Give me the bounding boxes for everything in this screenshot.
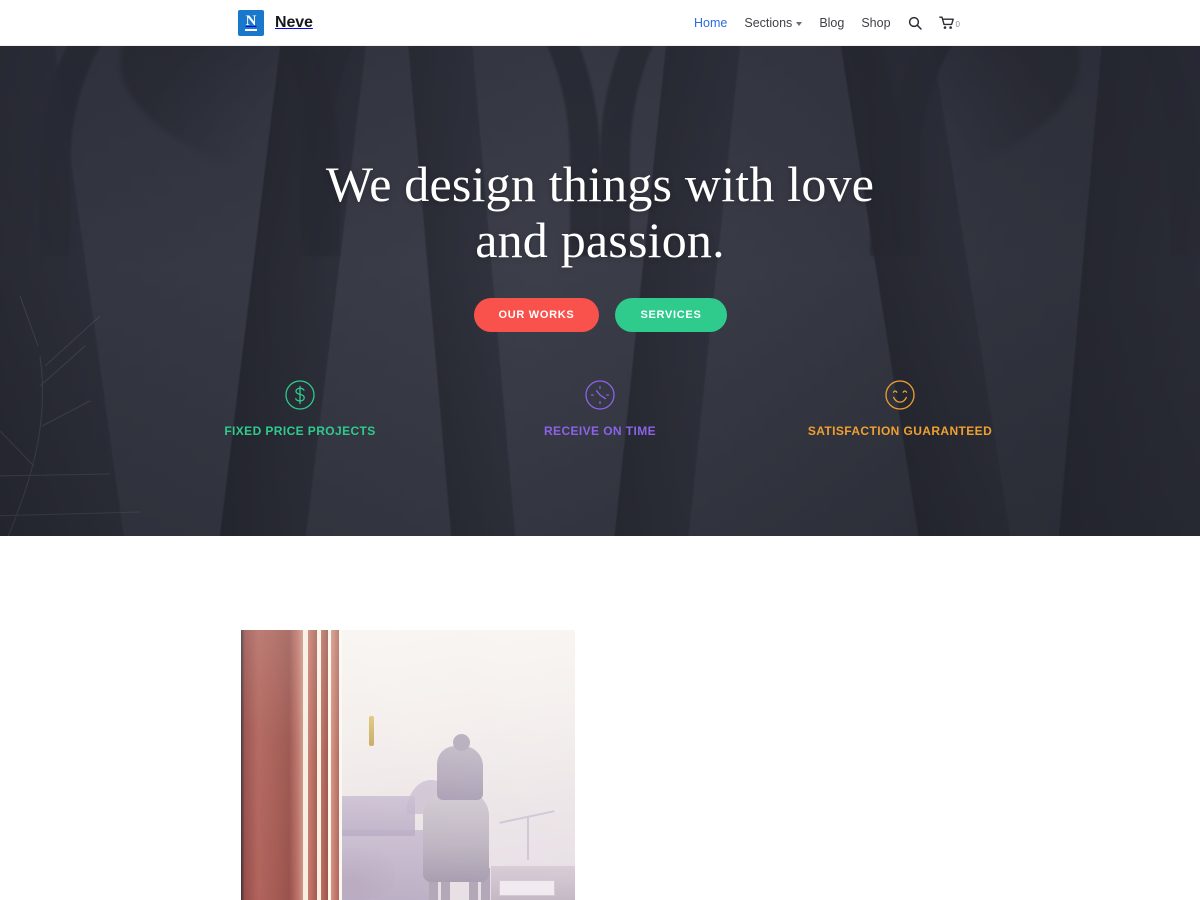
dollar-circle-icon [285, 380, 315, 410]
nav-item-shop[interactable]: Shop [861, 16, 890, 30]
nav-item-home[interactable]: Home [694, 16, 727, 30]
hero-feature-list: FIXED PRICE PROJECTS RECEIVE ON TIME SAT… [0, 378, 1200, 438]
feature-receive-on-time: RECEIVE ON TIME [450, 378, 750, 438]
hero-title: We design things with love and passion. [0, 156, 1200, 268]
feature-receive-on-time-label: RECEIVE ON TIME [543, 424, 656, 438]
services-button[interactable]: SERVICES [615, 298, 727, 332]
nav-item-blog[interactable]: Blog [819, 16, 844, 30]
nav-item-home-label: Home [694, 16, 728, 30]
about-photo [241, 630, 575, 900]
cart-icon[interactable]: 0 [938, 16, 960, 30]
feature-fixed-price-projects-label: FIXED PRICE PROJECTS [224, 424, 376, 438]
hero-section: We design things with love and passion. … [0, 46, 1200, 536]
nav-item-shop-label: Shop [861, 16, 891, 30]
nav-item-blog-label: Blog [819, 16, 845, 30]
search-icon[interactable] [908, 16, 922, 30]
site-header: N Neve Home Sections Blog Shop 0 [0, 0, 1200, 46]
brand-logo-link[interactable]: N Neve [238, 9, 313, 36]
chevron-down-icon [796, 22, 803, 26]
primary-navigation: Home Sections Blog Shop 0 [694, 0, 960, 46]
logo-underline [245, 29, 257, 31]
nav-item-sections[interactable]: Sections [744, 16, 803, 30]
hero-cta-group: OUR WORKS SERVICES [0, 298, 1200, 332]
feature-fixed-price-projects: FIXED PRICE PROJECTS [150, 378, 450, 438]
hero-title-line-2: and passion. [475, 212, 725, 268]
smiley-circle-icon [885, 380, 915, 410]
nav-item-sections-label: Sections [744, 16, 793, 30]
feature-satisfaction-guaranteed-label: SATISFACTION GUARANTEED [807, 424, 993, 438]
logo-letter: N [245, 13, 257, 30]
about-section: 01 About Us. Analytics release series A … [0, 536, 1200, 900]
feature-satisfaction-guaranteed: SATISFACTION GUARANTEED [750, 378, 1050, 438]
hero-title-line-1: We design things with love [325, 156, 875, 212]
cart-count-badge: 0 [955, 20, 960, 29]
our-works-button[interactable]: OUR WORKS [473, 298, 600, 332]
neve-logo-icon: N [238, 9, 264, 36]
brand-name: Neve [275, 13, 313, 31]
clock-circle-icon [585, 380, 615, 410]
